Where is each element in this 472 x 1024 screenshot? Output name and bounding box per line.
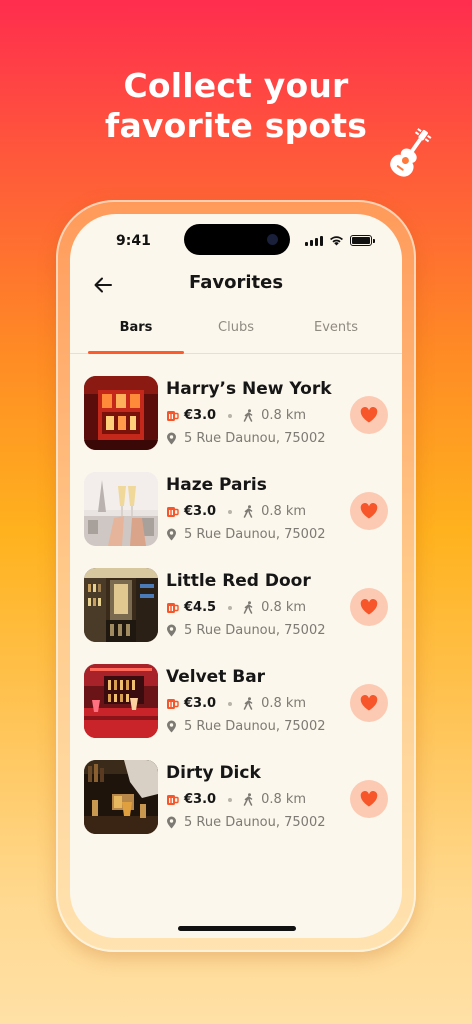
favorite-button[interactable] <box>350 588 388 626</box>
favorite-button[interactable] <box>350 780 388 818</box>
home-indicator[interactable] <box>178 926 296 931</box>
map-pin-icon <box>167 528 176 541</box>
bar-address: 5 Rue Daunou, 75002 <box>184 623 326 638</box>
bar-name: Little Red Door <box>166 571 311 591</box>
favorite-button[interactable] <box>350 492 388 530</box>
bar-address-row: 5 Rue Daunou, 75002 <box>166 527 326 542</box>
bar-address-row: 5 Rue Daunou, 75002 <box>166 719 326 734</box>
bar-photo <box>84 760 158 834</box>
status-icons <box>305 235 375 246</box>
map-pin-icon <box>167 720 176 733</box>
bar-meta: €3.0 0.8 km <box>166 696 306 711</box>
bar-distance: 0.8 km <box>261 696 307 711</box>
bar-address-row: 5 Rue Daunou, 75002 <box>166 431 326 446</box>
separator-dot <box>228 509 233 514</box>
tab-indicator <box>88 351 184 354</box>
heart-icon <box>360 599 378 615</box>
tab-bar: Bars Clubs Events <box>70 314 402 354</box>
phone-screen: 9:41 Favorites Bars Clubs Events Harry’s… <box>70 214 402 938</box>
list-item[interactable]: Harry’s New York €3.0 0.8 km 5 Rue Dauno… <box>70 366 402 462</box>
bar-distance: 0.8 km <box>261 600 307 615</box>
beer-mug-icon <box>167 603 179 613</box>
separator-dot <box>228 701 233 706</box>
list-item[interactable]: Little Red Door €4.5 0.8 km 5 Rue Daunou… <box>70 558 402 654</box>
bar-photo <box>84 664 158 738</box>
dynamic-island <box>184 224 290 255</box>
bar-meta: €3.0 0.8 km <box>166 408 306 423</box>
headline-line-1: Collect your <box>123 66 349 105</box>
bar-distance: 0.8 km <box>261 504 307 519</box>
map-pin-icon <box>167 816 176 829</box>
bar-photo <box>84 568 158 642</box>
guitar-icon <box>390 128 432 177</box>
map-pin-icon <box>167 624 176 637</box>
bar-meta: €4.5 0.8 km <box>166 600 306 615</box>
beer-mug-icon <box>167 699 179 709</box>
status-bar: 9:41 <box>70 214 402 268</box>
bar-price: €3.0 <box>184 408 217 423</box>
walking-person-icon <box>243 601 253 614</box>
bar-address-row: 5 Rue Daunou, 75002 <box>166 623 326 638</box>
bar-meta: €3.0 0.8 km <box>166 504 306 519</box>
bar-address: 5 Rue Daunou, 75002 <box>184 815 326 830</box>
tab-clubs[interactable]: Clubs <box>186 320 286 335</box>
separator-dot <box>228 797 233 802</box>
bar-photo <box>84 472 158 546</box>
walking-person-icon <box>243 409 253 422</box>
bar-name: Haze Paris <box>166 475 267 495</box>
walking-person-icon <box>243 505 253 518</box>
bar-distance: 0.8 km <box>261 408 307 423</box>
bar-name: Dirty Dick <box>166 763 261 783</box>
beer-mug-icon <box>167 507 179 517</box>
map-pin-icon <box>167 432 176 445</box>
heart-icon <box>360 695 378 711</box>
beer-mug-icon <box>167 411 179 421</box>
bar-name: Harry’s New York <box>166 379 332 399</box>
favorite-button[interactable] <box>350 396 388 434</box>
walking-person-icon <box>243 793 253 806</box>
bar-address: 5 Rue Daunou, 75002 <box>184 431 326 446</box>
favorite-button[interactable] <box>350 684 388 722</box>
beer-mug-icon <box>167 795 179 805</box>
bar-photo <box>84 376 158 450</box>
heart-icon <box>360 407 378 423</box>
page-title: Favorites <box>188 272 284 293</box>
status-time: 9:41 <box>116 233 151 249</box>
bar-address: 5 Rue Daunou, 75002 <box>184 719 326 734</box>
bar-price: €3.0 <box>184 504 217 519</box>
wifi-icon <box>330 236 343 246</box>
list-item[interactable]: Dirty Dick €3.0 0.8 km 5 Rue Daunou, 750… <box>70 750 402 846</box>
tab-bars[interactable]: Bars <box>86 320 186 335</box>
battery-icon <box>350 235 375 246</box>
separator-dot <box>228 605 233 610</box>
bar-address: 5 Rue Daunou, 75002 <box>184 527 326 542</box>
tab-events[interactable]: Events <box>286 320 386 335</box>
nav-bar: Favorites <box>70 268 402 308</box>
bar-price: €4.5 <box>184 600 217 615</box>
heart-icon <box>360 503 378 519</box>
bar-name: Velvet Bar <box>166 667 266 687</box>
list-item[interactable]: Velvet Bar €3.0 0.8 km 5 Rue Daunou, 750… <box>70 654 402 750</box>
list-item[interactable]: Haze Paris €3.0 0.8 km 5 Rue Daunou, 750… <box>70 462 402 558</box>
bar-address-row: 5 Rue Daunou, 75002 <box>166 815 326 830</box>
bar-price: €3.0 <box>184 792 217 807</box>
separator-dot <box>228 413 233 418</box>
bar-distance: 0.8 km <box>261 792 307 807</box>
heart-icon <box>360 791 378 807</box>
walking-person-icon <box>243 697 253 710</box>
camera-icon <box>267 234 278 245</box>
bar-meta: €3.0 0.8 km <box>166 792 306 807</box>
bar-price: €3.0 <box>184 696 217 711</box>
cellular-signal-icon <box>305 235 323 246</box>
